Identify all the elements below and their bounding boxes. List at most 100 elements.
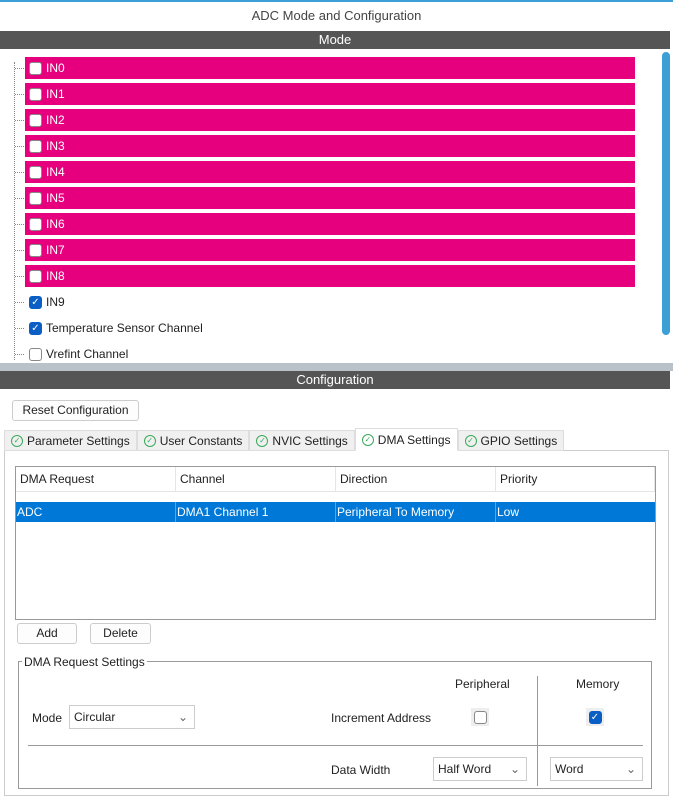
checkbox-checked-icon[interactable]: ✓ <box>29 295 42 309</box>
checkbox-icon[interactable] <box>29 113 42 127</box>
mode-select[interactable]: Circular ⌄ <box>69 705 195 729</box>
checkbox-icon[interactable] <box>29 191 42 205</box>
memory-data-width-select[interactable]: Word ⌄ <box>550 757 643 781</box>
configuration-header: Configuration <box>0 371 670 389</box>
channel-item[interactable]: IN4 <box>15 161 635 183</box>
column-divider <box>537 676 538 786</box>
checkbox-icon[interactable] <box>29 61 42 75</box>
check-circle-icon: ✓ <box>464 434 477 447</box>
checkbox-checked-icon[interactable]: ✓ <box>29 321 42 335</box>
tree-connector <box>15 198 24 199</box>
checkbox-icon[interactable] <box>29 165 42 179</box>
chevron-down-icon: ⌄ <box>509 762 520 776</box>
channel-label: IN3 <box>46 139 65 153</box>
channel-item[interactable]: IN0 <box>15 57 635 79</box>
channel-item[interactable]: IN7 <box>15 239 635 261</box>
peripheral-width-value: Half Word <box>438 762 492 776</box>
channel-label: IN5 <box>46 191 65 205</box>
window-title: ADC Mode and Configuration <box>251 8 422 23</box>
tree-connector <box>15 120 24 121</box>
channel-label: IN1 <box>46 87 65 101</box>
channel-label: IN4 <box>46 165 65 179</box>
checkbox-icon[interactable] <box>29 269 42 283</box>
channel-item[interactable]: IN1 <box>15 83 635 105</box>
add-button[interactable]: Add <box>17 623 77 644</box>
check-circle-icon: ✓ <box>256 434 269 447</box>
cell-priority: Low <box>497 505 520 519</box>
mode-select-value: Circular <box>74 710 116 724</box>
channel-item[interactable]: IN2 <box>15 109 635 131</box>
channel-label: IN9 <box>46 295 65 309</box>
checkbox-icon[interactable] <box>29 87 42 101</box>
channel-label: IN7 <box>46 243 65 257</box>
channel-item[interactable]: Vrefint Channel <box>15 343 635 365</box>
tab-label: DMA Settings <box>377 432 451 447</box>
checkbox-icon[interactable] <box>29 347 42 361</box>
column-header-channel[interactable]: Channel <box>176 467 336 492</box>
tree-connector <box>15 146 24 147</box>
channel-label: Vrefint Channel <box>46 347 129 361</box>
channel-label: Temperature Sensor Channel <box>46 321 203 335</box>
checkmark-icon: ✓ <box>588 710 602 724</box>
column-header-priority[interactable]: Priority <box>496 467 655 492</box>
column-header-direction[interactable]: Direction <box>336 467 496 492</box>
tree-connector <box>15 276 24 277</box>
channel-item[interactable]: IN5 <box>15 187 635 209</box>
peripheral-data-width-select[interactable]: Half Word ⌄ <box>433 757 527 781</box>
tree-connector <box>15 94 24 95</box>
tree-connector <box>15 250 24 251</box>
tab-parameter-settings[interactable]: ✓ Parameter Settings <box>4 430 137 451</box>
checkbox-icon[interactable] <box>29 139 42 153</box>
channel-item[interactable]: ✓ IN9 <box>15 291 635 313</box>
column-header-dma-request[interactable]: DMA Request <box>16 467 176 492</box>
checkbox-icon <box>473 710 487 724</box>
checkbox-icon[interactable] <box>29 217 42 231</box>
peripheral-label: Peripheral <box>455 677 510 691</box>
tab-bar: ✓ Parameter Settings ✓ User Constants ✓ NVIC … <box>4 428 565 451</box>
tab-gpio-settings[interactable]: ✓ GPIO Settings <box>457 430 565 451</box>
channel-item[interactable]: IN8 <box>15 265 635 287</box>
tree-connector <box>15 354 24 355</box>
mode-label: Mode <box>32 711 63 725</box>
tree-connector <box>15 328 24 329</box>
memory-increment-checkbox[interactable]: ✓ <box>586 708 604 726</box>
table-row[interactable]: ADC DMA1 Channel 1 Peripheral To Memory … <box>16 502 655 522</box>
check-circle-icon: ✓ <box>361 433 374 446</box>
increment-address-label: Increment Address <box>331 711 432 725</box>
cell-dma-request: ADC <box>16 502 176 522</box>
tab-user-constants[interactable]: ✓ User Constants <box>136 430 250 451</box>
row-divider <box>28 745 643 746</box>
group-title: DMA Request Settings <box>22 655 147 669</box>
channel-item[interactable]: IN3 <box>15 135 635 157</box>
memory-label: Memory <box>576 677 620 691</box>
check-circle-icon: ✓ <box>11 434 23 447</box>
tab-label: GPIO Settings <box>480 433 558 448</box>
peripheral-increment-checkbox[interactable] <box>471 708 489 726</box>
mode-scrollbar[interactable] <box>662 52 670 335</box>
cell-channel: DMA1 Channel 1 <box>176 502 336 522</box>
channel-item[interactable]: IN6 <box>15 213 635 235</box>
mode-header: Mode <box>0 31 670 49</box>
channel-item[interactable]: ✓ Temperature Sensor Channel <box>15 317 635 339</box>
channel-label: IN8 <box>46 269 65 283</box>
delete-button[interactable]: Delete <box>90 623 151 644</box>
tree-connector <box>15 68 24 69</box>
tab-dma-settings[interactable]: ✓ DMA Settings <box>354 428 458 451</box>
channel-label: IN2 <box>46 113 65 127</box>
tree-line <box>14 62 15 360</box>
reset-configuration-button[interactable]: Reset Configuration <box>12 400 139 421</box>
tab-nvic-settings[interactable]: ✓ NVIC Settings <box>249 430 355 451</box>
chevron-down-icon: ⌄ <box>177 710 188 724</box>
tree-connector <box>15 224 24 225</box>
channel-label: IN6 <box>46 217 65 231</box>
data-width-label: Data Width <box>331 763 391 777</box>
splitter[interactable] <box>0 363 673 371</box>
tab-label: NVIC Settings <box>272 433 348 448</box>
check-circle-icon: ✓ <box>143 434 156 447</box>
checkbox-icon[interactable] <box>29 243 42 257</box>
tab-label: User Constants <box>159 433 243 448</box>
tree-connector <box>15 172 24 173</box>
tab-label: Parameter Settings <box>27 433 130 448</box>
dma-table: DMA Request Channel Direction Priority A… <box>15 466 656 620</box>
channel-label: IN0 <box>46 61 65 75</box>
